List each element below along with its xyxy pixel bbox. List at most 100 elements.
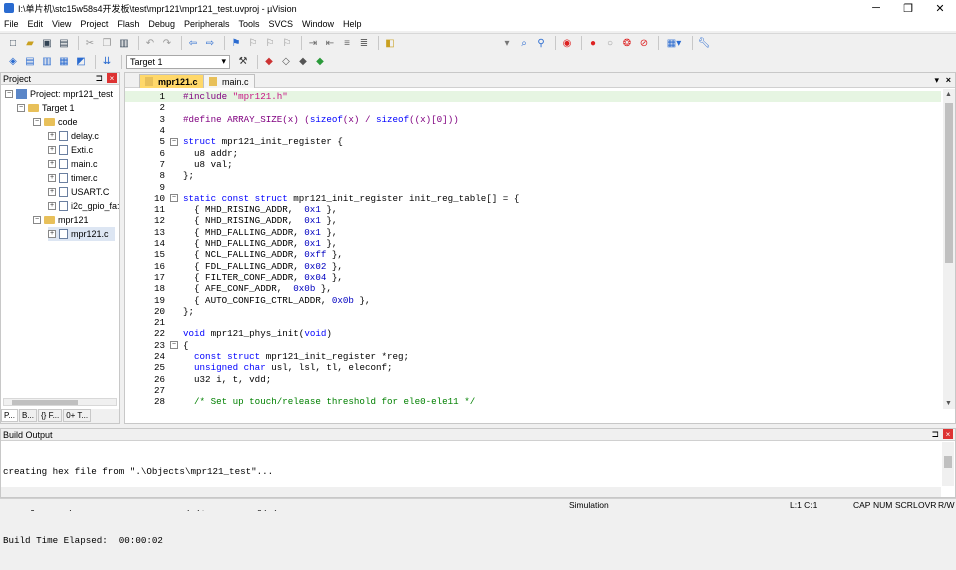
menu-file[interactable]: File [4, 19, 19, 29]
code-line[interactable]: 26 u32 i, t, vdd; [125, 374, 941, 385]
editor-tab-main[interactable]: main.c [203, 74, 255, 88]
collapse-icon[interactable]: − [17, 104, 25, 112]
code-line[interactable]: 16 { FDL_FALLING_ADDR, 0x02 }, [125, 261, 941, 272]
tree-item-file-selected[interactable]: + mpr121.c [48, 227, 115, 241]
close-tab-icon[interactable]: × [946, 75, 951, 85]
code-line[interactable]: 17 { FILTER_CONF_ADDR, 0x04 }, [125, 272, 941, 283]
find-in-files-icon[interactable]: ◧ [383, 37, 397, 50]
target-select[interactable]: Target 1 ▾ [126, 54, 230, 69]
collapse-icon[interactable]: − [33, 118, 41, 126]
unindent-icon[interactable]: ⇤ [323, 37, 337, 50]
undo-icon[interactable]: ↶ [143, 37, 157, 50]
bookmark-prev-icon[interactable]: ⚐ [246, 37, 260, 50]
minimize-button[interactable]: ─ [860, 0, 892, 16]
find-dropdown-icon[interactable]: ▾ [500, 37, 514, 50]
redo-icon[interactable]: ↷ [160, 37, 174, 50]
menu-svcs[interactable]: SVCS [269, 19, 294, 29]
collapse-icon[interactable]: − [170, 137, 178, 146]
start-debug-icon[interactable]: ◉ [560, 37, 574, 50]
tree-item-project[interactable]: − Project: mpr121_test [5, 87, 113, 101]
tab-list-dropdown-icon[interactable]: ▾ [934, 75, 939, 86]
tab-project[interactable]: P... [1, 409, 18, 422]
code-line[interactable]: 15 { NCL_FALLING_ADDR, 0xff }, [125, 249, 941, 260]
copy-icon[interactable]: ❐ [100, 37, 114, 50]
collapse-icon[interactable]: − [170, 341, 178, 350]
code-line[interactable]: 13 { MHD_FALLING_ADDR, 0x1 }, [125, 227, 941, 238]
bookmark-next-icon[interactable]: ⚐ [263, 37, 277, 50]
build-hscrollbar[interactable] [1, 487, 941, 497]
tree-item-target[interactable]: − Target 1 [17, 101, 75, 115]
insert-breakpoint-icon[interactable]: ● [586, 37, 600, 50]
expand-icon[interactable]: + [48, 174, 56, 182]
menu-view[interactable]: View [52, 19, 71, 29]
editor-vscrollbar[interactable]: ▲ ▼ [943, 89, 955, 409]
code-line[interactable]: 6 u8 addr; [125, 148, 941, 159]
code-line[interactable]: 9 [125, 181, 941, 193]
editor-tab-mpr121[interactable]: mpr121.c [139, 74, 204, 88]
tree-item-file[interactable]: + i2c_gpio_fa: [48, 199, 119, 213]
expand-icon[interactable]: + [48, 132, 56, 140]
window-layout-icon[interactable]: ▦▾ [663, 37, 685, 50]
save-icon[interactable]: ▣ [40, 37, 54, 50]
tree-item-file[interactable]: + delay.c [48, 129, 99, 143]
target-options-icon[interactable]: ⚒ [236, 55, 250, 68]
bookmark-clear-icon[interactable]: ⚐ [280, 37, 294, 50]
select-packs-icon[interactable]: ◆ [313, 55, 327, 68]
configure-icon[interactable]: 🔧︎ [697, 37, 711, 50]
scroll-thumb[interactable] [945, 103, 953, 263]
expand-icon[interactable]: + [48, 230, 56, 238]
collapse-icon[interactable]: − [170, 194, 178, 203]
code-line[interactable]: 3 #define ARRAY_SIZE(x) (sizeof(x) / size… [125, 114, 941, 125]
cut-icon[interactable]: ✂ [83, 37, 97, 50]
fold-toggle-icon[interactable]: − [170, 341, 178, 350]
scroll-thumb[interactable] [12, 400, 78, 405]
code-line[interactable]: 22 void mpr121_phys_init(void) [125, 328, 941, 339]
tree-item-group[interactable]: − mpr121 [33, 213, 89, 227]
menu-flash[interactable]: Flash [117, 19, 139, 29]
code-line[interactable]: 11 { MHD_RISING_ADDR, 0x1 }, [125, 204, 941, 215]
manage-project-items-icon[interactable]: ◆ [262, 55, 276, 68]
code-line[interactable]: 28 /* Set up touch/release threshold for… [125, 396, 941, 407]
expand-icon[interactable]: + [48, 188, 56, 196]
open-folder-icon[interactable]: ▰ [23, 37, 37, 50]
tree-item-file[interactable]: + timer.c [48, 171, 98, 185]
code-line[interactable]: 5− struct mpr121_init_register { [125, 136, 941, 147]
menu-project[interactable]: Project [80, 19, 108, 29]
expand-icon[interactable]: + [48, 202, 56, 210]
incremental-find-icon[interactable]: ⚲ [534, 37, 548, 50]
project-hscrollbar[interactable] [3, 398, 117, 406]
comment-icon[interactable]: ≡ [340, 37, 354, 50]
fold-toggle-icon[interactable]: − [170, 194, 178, 203]
file-extensions-icon[interactable]: ◇ [279, 55, 293, 68]
maximize-button[interactable]: ❐ [892, 0, 924, 16]
navigate-back-icon[interactable]: ⇦ [186, 37, 200, 50]
pin-icon[interactable]: ⊐ [931, 429, 939, 440]
menu-help[interactable]: Help [343, 19, 362, 29]
tree-item-file[interactable]: + main.c [48, 157, 98, 171]
code-line[interactable]: 7 u8 val; [125, 159, 941, 170]
build-icon[interactable]: ▤ [23, 55, 37, 68]
tab-books[interactable]: B... [18, 409, 37, 422]
disable-breakpoints-icon[interactable]: ❂ [620, 37, 634, 50]
find-icon[interactable]: ⌕ [517, 37, 531, 50]
batch-build-icon[interactable]: ▦ [57, 55, 71, 68]
code-line[interactable]: 19 { AUTO_CONFIG_CTRL_ADDR, 0x0b }, [125, 294, 941, 306]
translate-icon[interactable]: ◈ [6, 55, 20, 68]
code-line[interactable]: 18 { AFE_CONF_ADDR, 0x0b }, [125, 283, 941, 294]
menu-edit[interactable]: Edit [28, 19, 44, 29]
collapse-icon[interactable]: − [5, 90, 13, 98]
scroll-up-icon[interactable]: ▲ [945, 91, 952, 98]
expand-icon[interactable]: + [48, 146, 56, 154]
download-icon[interactable]: ⇊ [100, 55, 114, 68]
menu-window[interactable]: Window [302, 19, 334, 29]
code-line[interactable]: 27 [125, 385, 941, 396]
indent-icon[interactable]: ⇥ [306, 37, 320, 50]
tree-item-group[interactable]: − code [33, 115, 78, 129]
kill-breakpoints-icon[interactable]: ⊘ [637, 37, 651, 50]
enable-breakpoint-icon[interactable]: ○ [603, 37, 617, 50]
tab-functions[interactable]: {} F... [38, 409, 63, 422]
code-line[interactable]: 12 { NHD_RISING_ADDR, 0x1 }, [125, 215, 941, 226]
menu-debug[interactable]: Debug [148, 19, 175, 29]
close-panel-button[interactable]: × [107, 73, 117, 83]
rebuild-icon[interactable]: ▥ [40, 55, 54, 68]
